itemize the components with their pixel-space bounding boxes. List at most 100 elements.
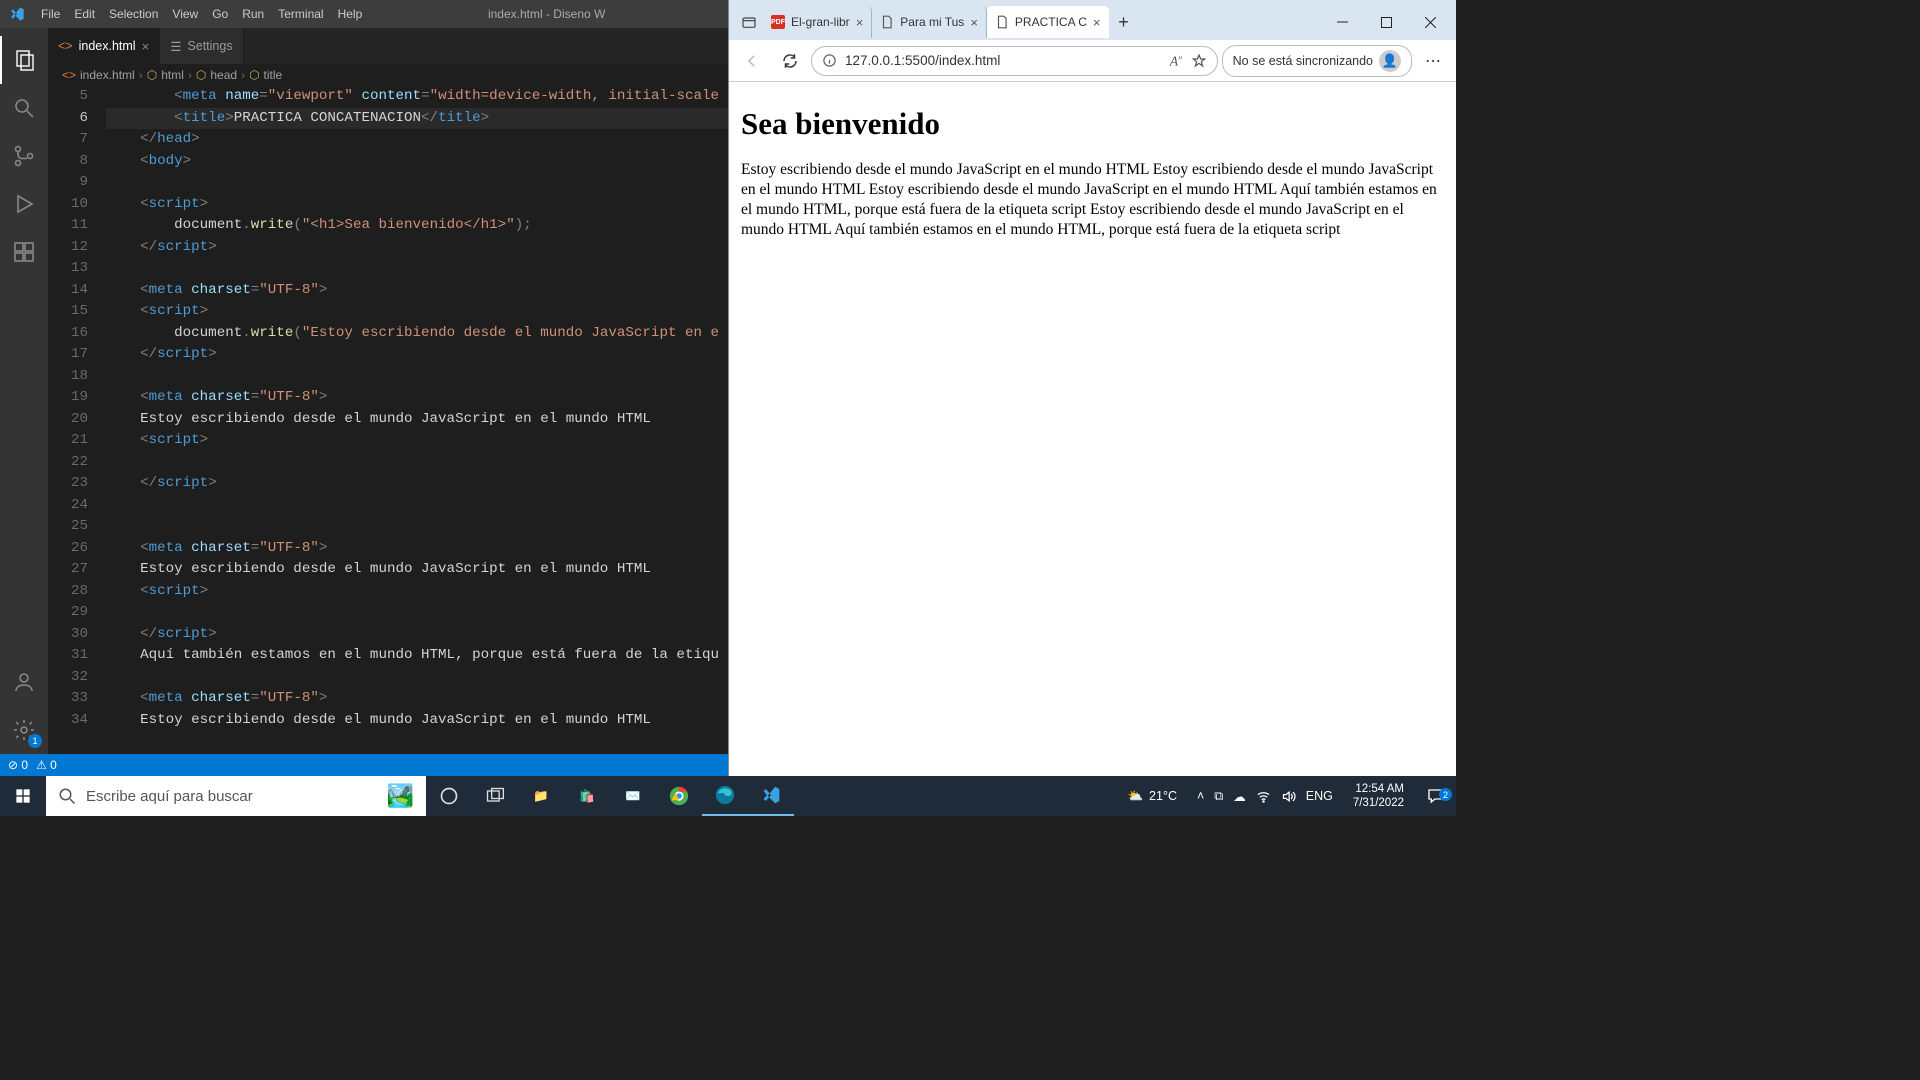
vscode-taskbar-icon[interactable] [748, 776, 794, 816]
search-icon[interactable] [0, 84, 48, 132]
sync-button[interactable]: No se está sincronizando 👤 [1222, 45, 1412, 77]
code-line[interactable]: </head> [106, 129, 728, 151]
status-errors[interactable]: ⊘ 0 [8, 758, 28, 772]
code-editor[interactable]: 5678910111213141516171819202122232425262… [48, 86, 728, 754]
cloud-icon[interactable]: ☁ [1233, 789, 1246, 804]
source-control-icon[interactable] [0, 132, 48, 180]
menu-file[interactable]: File [34, 7, 67, 21]
code-line[interactable]: document.write("<h1>Sea bienvenido</h1>"… [106, 215, 728, 237]
close-icon[interactable]: × [970, 15, 978, 30]
code-line[interactable] [106, 495, 728, 517]
code-line[interactable]: <meta charset="UTF-8"> [106, 387, 728, 409]
code-line[interactable]: </script> [106, 624, 728, 646]
code-line[interactable] [106, 667, 728, 689]
menu-edit[interactable]: Edit [67, 7, 102, 21]
code-line[interactable] [106, 516, 728, 538]
code-line[interactable] [106, 602, 728, 624]
menu-help[interactable]: Help [331, 7, 370, 21]
code-line[interactable]: </script> [106, 344, 728, 366]
taskbar-search[interactable]: Escribe aquí para buscar 🏞️ [46, 776, 426, 816]
browser-tab[interactable]: PDFEl-gran-libr× [763, 6, 872, 38]
settings-gear-icon[interactable] [0, 706, 48, 754]
close-icon[interactable]: × [1093, 15, 1101, 30]
code-line[interactable] [106, 172, 728, 194]
file-explorer-icon[interactable]: 📁 [518, 776, 564, 816]
chrome-icon[interactable] [656, 776, 702, 816]
tab-actions-icon[interactable] [735, 5, 763, 39]
account-icon[interactable] [0, 658, 48, 706]
browser-tab[interactable]: Para mi Tus× [872, 6, 987, 38]
code-line[interactable]: document.write("Estoy escribiendo desde … [106, 323, 728, 345]
code-line[interactable]: <meta charset="UTF-8"> [106, 688, 728, 710]
back-button[interactable] [735, 44, 769, 78]
browser-tabs: PDFEl-gran-libr×Para mi Tus×PRACTICA C× … [729, 0, 1456, 40]
status-warnings[interactable]: ⚠ 0 [36, 758, 57, 772]
tab-settings[interactable]: ☰Settings [160, 28, 243, 64]
breadcrumb-item[interactable]: index.html [80, 68, 135, 82]
code-line[interactable]: <script> [106, 581, 728, 603]
code-line[interactable]: <script> [106, 194, 728, 216]
chevron-up-icon[interactable]: ˄ [1197, 789, 1204, 803]
breadcrumb-item[interactable]: head [210, 68, 237, 82]
tab-index-html[interactable]: <>index.html× [48, 28, 160, 64]
code-line[interactable]: Estoy escribiendo desde el mundo JavaScr… [106, 409, 728, 431]
address-bar[interactable]: 127.0.0.1:5500/index.html A» [811, 46, 1218, 76]
read-aloud-icon[interactable]: A» [1170, 52, 1183, 70]
maximize-button[interactable] [1364, 6, 1408, 38]
code-line[interactable]: Estoy escribiendo desde el mundo JavaScr… [106, 559, 728, 581]
wifi-icon[interactable] [1256, 789, 1271, 804]
notifications-icon[interactable] [1414, 787, 1456, 805]
taskview-icon[interactable] [472, 776, 518, 816]
breadcrumb-item[interactable]: title [264, 68, 283, 82]
code-line[interactable]: <script> [106, 430, 728, 452]
new-tab-button[interactable]: + [1109, 12, 1139, 33]
code-line[interactable] [106, 452, 728, 474]
close-button[interactable] [1408, 6, 1452, 38]
cortana-icon[interactable] [426, 776, 472, 816]
explorer-icon[interactable] [0, 36, 48, 84]
code-line[interactable]: <title>PRACTICA CONCATENACION</title> [106, 108, 728, 130]
browser-tab[interactable]: PRACTICA C× [987, 6, 1109, 38]
line-number: 27 [48, 559, 88, 581]
breadcrumb[interactable]: <> index.html ›⬡ html ›⬡ head ›⬡ title [48, 64, 728, 86]
menu-terminal[interactable]: Terminal [271, 7, 330, 21]
volume-icon[interactable] [1281, 789, 1296, 804]
code-line[interactable]: <body> [106, 151, 728, 173]
file-icon [995, 15, 1009, 29]
code-line[interactable]: <meta charset="UTF-8"> [106, 538, 728, 560]
code-line[interactable]: </script> [106, 237, 728, 259]
minimize-button[interactable] [1320, 6, 1364, 38]
menu-go[interactable]: Go [205, 7, 235, 21]
clock[interactable]: 12:54 AM 7/31/2022 [1343, 782, 1414, 811]
run-debug-icon[interactable] [0, 180, 48, 228]
close-icon[interactable]: × [142, 39, 150, 54]
onedrive-icon[interactable]: ⧉ [1214, 789, 1223, 804]
code-line[interactable]: </script> [106, 473, 728, 495]
code-line[interactable] [106, 258, 728, 280]
menu-view[interactable]: View [165, 7, 205, 21]
code-line[interactable]: <meta name="viewport" content="width=dev… [106, 86, 728, 108]
code-line[interactable]: Aquí también estamos en el mundo HTML, p… [106, 645, 728, 667]
code-line[interactable]: Estoy escribiendo desde el mundo JavaScr… [106, 710, 728, 732]
weather-widget[interactable]: ⛅ 21°C [1117, 789, 1187, 804]
start-button[interactable] [0, 776, 46, 816]
code-line[interactable]: <script> [106, 301, 728, 323]
language-indicator[interactable]: ENG [1306, 789, 1333, 803]
extensions-icon[interactable] [0, 228, 48, 276]
system-tray[interactable]: ˄ ⧉ ☁ ENG [1187, 789, 1343, 804]
ms-store-icon[interactable]: 🛍️ [564, 776, 610, 816]
edge-icon[interactable] [702, 776, 748, 816]
menu-selection[interactable]: Selection [102, 7, 165, 21]
site-info-icon[interactable] [822, 53, 837, 68]
breadcrumb-item[interactable]: html [161, 68, 184, 82]
code-line[interactable]: <meta charset="UTF-8"> [106, 280, 728, 302]
favorite-icon[interactable] [1191, 53, 1207, 69]
mail-icon[interactable]: ✉️ [610, 776, 656, 816]
close-icon[interactable]: × [856, 15, 864, 30]
menu-button[interactable]: ⋯ [1416, 44, 1450, 78]
refresh-button[interactable] [773, 44, 807, 78]
line-number: 34 [48, 710, 88, 732]
menu-run[interactable]: Run [235, 7, 271, 21]
status-bar: ⊘ 0 ⚠ 0 [0, 754, 728, 776]
code-line[interactable] [106, 366, 728, 388]
